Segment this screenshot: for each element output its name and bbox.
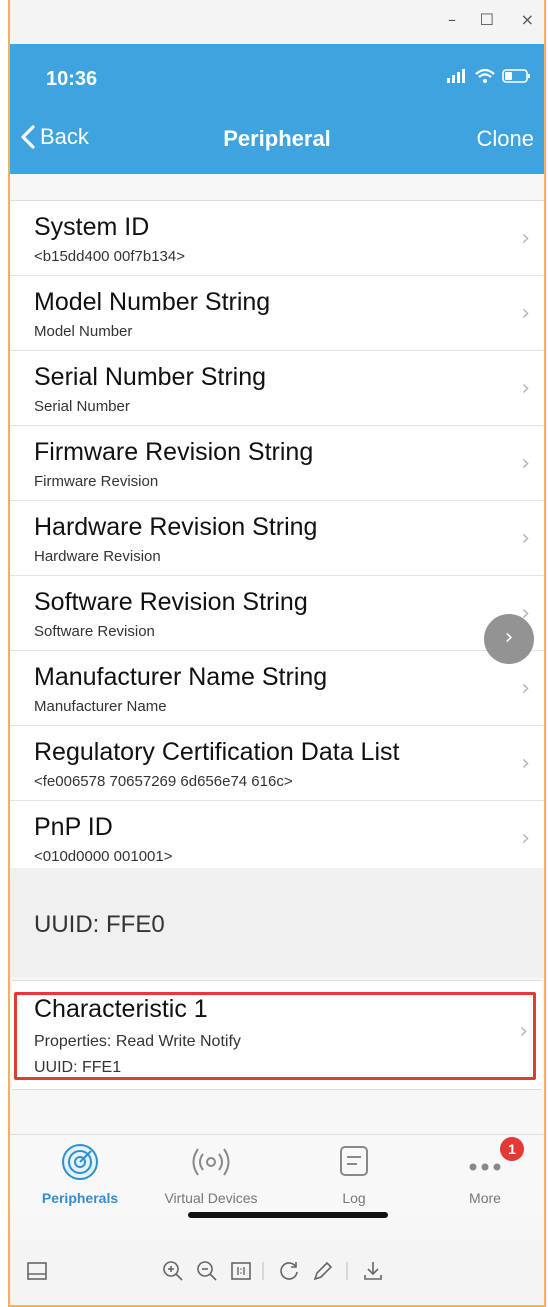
- tab-label: Virtual Devices: [164, 1190, 258, 1206]
- signal-icon: [447, 69, 465, 83]
- item-subtitle: Serial Number: [34, 398, 130, 415]
- list-item[interactable]: PnP ID <010d0000 001001> ›: [10, 801, 544, 875]
- chevron-right-icon: ›: [519, 1019, 528, 1044]
- characteristic-row[interactable]: Characteristic 1 Properties: Read Write …: [12, 980, 542, 1090]
- tab-label: Log: [342, 1190, 366, 1206]
- list-item[interactable]: Serial Number String Serial Number ›: [10, 351, 544, 426]
- navigation-bar: Back Peripheral Clone: [10, 104, 544, 174]
- status-bar: 10:36: [10, 44, 544, 104]
- item-subtitle: <010d0000 001001>: [34, 848, 173, 865]
- maximize-button[interactable]: ☐: [480, 10, 494, 29]
- chevron-right-icon: ›: [521, 451, 530, 476]
- list-item[interactable]: Software Revision String Software Revisi…: [10, 576, 544, 651]
- chevron-right-icon: ›: [521, 226, 530, 251]
- status-icons: [446, 68, 532, 84]
- viewer-toolbar: [10, 1240, 544, 1304]
- item-subtitle: <b15dd400 00f7b134>: [34, 248, 185, 265]
- chevron-right-icon: ›: [521, 751, 530, 776]
- item-title: Serial Number String: [34, 363, 267, 391]
- item-subtitle: Firmware Revision: [34, 473, 159, 490]
- tab-label: More: [469, 1190, 501, 1206]
- page-title: Peripheral: [223, 126, 331, 151]
- list-item[interactable]: System ID <b15dd400 00f7b134> ›: [10, 201, 544, 276]
- characteristic-properties: Properties: Read Write Notify: [34, 1033, 241, 1050]
- floating-chevron-button[interactable]: ›: [484, 614, 534, 664]
- panel-icon[interactable]: [24, 1258, 50, 1284]
- more-icon: [469, 1163, 501, 1171]
- zoom-out-icon[interactable]: [194, 1258, 220, 1284]
- chevron-right-icon: ›: [521, 676, 530, 701]
- list-item[interactable]: Firmware Revision String Firmware Revisi…: [10, 426, 544, 501]
- broadcast-icon: [192, 1148, 230, 1176]
- tab-virtual-devices[interactable]: Virtual Devices: [146, 1143, 276, 1206]
- item-title: Firmware Revision String: [34, 438, 314, 466]
- tab-label: Peripherals: [41, 1190, 119, 1206]
- tab-peripherals[interactable]: Peripherals: [15, 1143, 145, 1206]
- log-icon: [340, 1146, 368, 1176]
- chevron-right-icon: ›: [521, 826, 530, 851]
- list-item[interactable]: Model Number String Model Number ›: [10, 276, 544, 351]
- item-title: Manufacturer Name String: [34, 663, 328, 691]
- status-time: 10:36: [46, 68, 98, 90]
- toolbar-divider: [346, 1262, 348, 1280]
- item-title: System ID: [34, 213, 150, 241]
- app-window: – ☐ × 10:36 Back Peripheral Clone System…: [8, 0, 546, 1307]
- clone-button[interactable]: Clone: [477, 126, 534, 152]
- characteristic-uuid: UUID: FFE1: [34, 1059, 122, 1076]
- chevron-right-icon: ›: [521, 301, 530, 326]
- toolbar-divider: [262, 1262, 264, 1280]
- close-button[interactable]: ×: [521, 10, 534, 29]
- item-subtitle: Model Number: [34, 323, 133, 340]
- battery-icon: [502, 69, 530, 83]
- item-title: Software Revision String: [34, 588, 308, 616]
- tab-bar: Peripherals Virtual Devices Log 1 More: [10, 1134, 544, 1213]
- peripherals-icon: [62, 1144, 98, 1180]
- uuid-section-header: UUID: FFE0: [34, 911, 165, 938]
- tab-more[interactable]: 1 More: [420, 1137, 548, 1206]
- service-list: System ID <b15dd400 00f7b134> › Model Nu…: [10, 200, 544, 876]
- wifi-icon: [475, 68, 495, 83]
- item-title: Regulatory Certification Data List: [34, 738, 400, 766]
- rotate-icon[interactable]: [276, 1258, 302, 1284]
- zoom-in-icon[interactable]: [160, 1258, 186, 1284]
- item-title: Hardware Revision String: [34, 513, 318, 541]
- item-title: PnP ID: [34, 813, 113, 841]
- item-subtitle: Hardware Revision: [34, 548, 161, 565]
- minimize-button[interactable]: –: [448, 10, 456, 29]
- tab-log[interactable]: Log: [289, 1143, 419, 1206]
- list-item[interactable]: Hardware Revision String Hardware Revisi…: [10, 501, 544, 576]
- edit-icon[interactable]: [310, 1258, 336, 1284]
- item-subtitle: <fe006578 70657269 6d656e74 616c>: [34, 773, 293, 790]
- characteristic-title: Characteristic 1: [34, 995, 208, 1023]
- list-item[interactable]: Regulatory Certification Data List <fe00…: [10, 726, 544, 801]
- download-icon[interactable]: [360, 1258, 386, 1284]
- item-subtitle: Software Revision: [34, 623, 155, 640]
- list-item[interactable]: Manufacturer Name String Manufacturer Na…: [10, 651, 544, 726]
- window-titlebar: – ☐ ×: [10, 0, 544, 44]
- item-subtitle: Manufacturer Name: [34, 698, 167, 715]
- notification-badge: 1: [500, 1137, 524, 1161]
- actual-size-icon[interactable]: [228, 1258, 254, 1284]
- item-title: Model Number String: [34, 288, 271, 316]
- chevron-right-icon: ›: [521, 526, 530, 551]
- chevron-right-icon: ›: [521, 376, 530, 401]
- home-indicator: [188, 1212, 388, 1218]
